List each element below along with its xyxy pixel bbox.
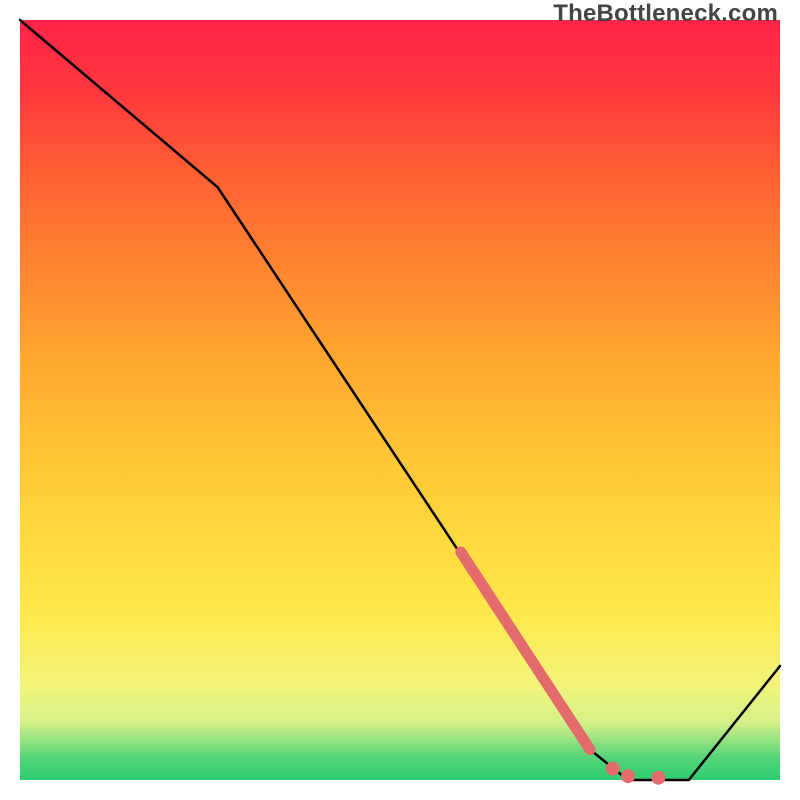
watermark-text: TheBottleneck.com bbox=[553, 0, 778, 28]
plot-area bbox=[20, 20, 780, 780]
chart-canvas: TheBottleneck.com bbox=[0, 0, 800, 800]
